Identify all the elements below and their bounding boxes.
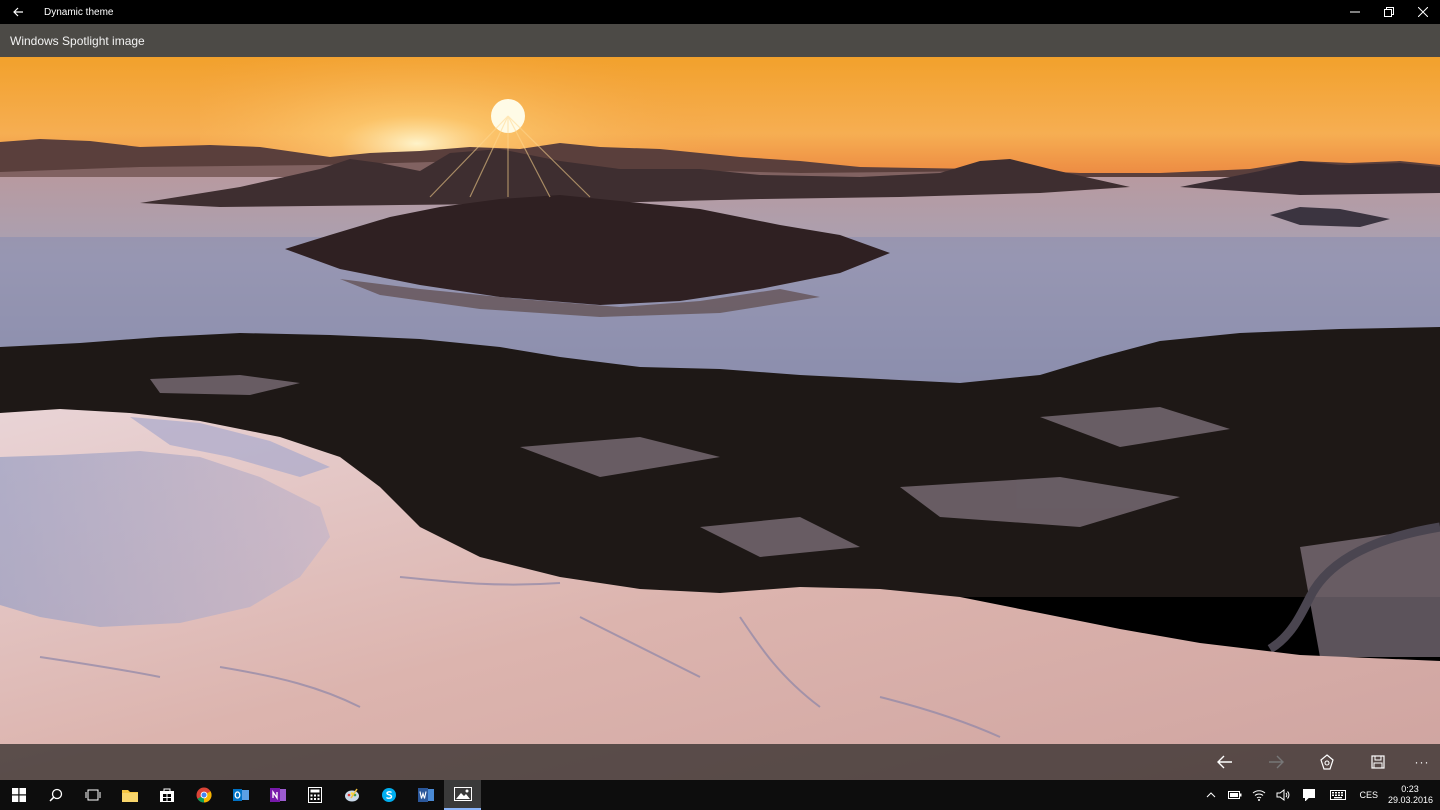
windows-logo-icon (11, 788, 26, 802)
forward-arrow-icon (1269, 755, 1284, 769)
calculator-icon (307, 787, 322, 803)
maximize-icon (1384, 7, 1394, 17)
spotlight-photo (0, 57, 1440, 780)
word-button[interactable] (407, 780, 444, 810)
taskbar: CES 0:23 29.03.2016 (0, 780, 1440, 810)
save-icon (1371, 755, 1385, 769)
paint-palette-icon (344, 788, 359, 802)
close-button[interactable] (1406, 0, 1440, 24)
back-button[interactable] (0, 0, 36, 24)
store-button[interactable] (148, 780, 185, 810)
minimize-icon (1350, 11, 1360, 13)
battery-icon (1228, 791, 1242, 799)
task-view-button[interactable] (74, 780, 111, 810)
set-as-button[interactable] (1309, 744, 1345, 780)
clock-date: 29.03.2016 (1388, 795, 1434, 805)
folder-icon (121, 790, 138, 802)
outlook-icon (232, 789, 249, 801)
network-button[interactable] (1247, 780, 1271, 810)
save-button[interactable] (1360, 744, 1396, 780)
title-bar: Dynamic theme (0, 0, 1440, 24)
onenote-button[interactable] (259, 780, 296, 810)
volume-button[interactable] (1271, 780, 1295, 810)
back-arrow-icon (13, 7, 23, 17)
volume-icon (1276, 789, 1290, 801)
image-header: Windows Spotlight image (0, 24, 1440, 57)
action-center-button[interactable] (1295, 780, 1323, 810)
maximize-button[interactable] (1372, 0, 1406, 24)
wifi-icon (1253, 790, 1266, 801)
more-icon: ··· (1414, 755, 1430, 769)
input-language[interactable]: CES (1359, 790, 1378, 800)
skype-icon (381, 788, 396, 802)
photos-icon (453, 787, 472, 801)
more-button[interactable]: ··· (1404, 744, 1440, 780)
minimize-button[interactable] (1338, 0, 1372, 24)
calculator-button[interactable] (296, 780, 333, 810)
clock-time: 0:23 (1401, 784, 1419, 794)
back-arrow-icon (1217, 755, 1232, 769)
file-explorer-button[interactable] (111, 780, 148, 810)
clock[interactable]: 0:23 29.03.2016 (1388, 784, 1434, 806)
search-icon (48, 788, 62, 802)
touch-keyboard-button[interactable] (1323, 780, 1353, 810)
search-button[interactable] (37, 780, 74, 810)
task-view-icon (85, 789, 100, 801)
start-button[interactable] (0, 780, 37, 810)
chrome-icon (196, 787, 212, 803)
photos-button[interactable] (444, 780, 481, 810)
window-title: Dynamic theme (44, 6, 114, 18)
system-tray: CES 0:23 29.03.2016 (1199, 780, 1440, 810)
paint-button[interactable] (333, 780, 370, 810)
show-hidden-icons-button[interactable] (1199, 780, 1223, 810)
action-center-icon (1303, 789, 1316, 801)
store-icon (159, 788, 174, 802)
onenote-icon (269, 788, 286, 802)
skype-button[interactable] (370, 780, 407, 810)
chrome-button[interactable] (185, 780, 222, 810)
keyboard-icon (1330, 790, 1347, 800)
window-controls (1338, 0, 1440, 24)
image-title: Windows Spotlight image (10, 33, 145, 48)
command-bar: ··· (0, 744, 1440, 780)
battery-button[interactable] (1223, 780, 1247, 810)
word-icon (417, 788, 434, 802)
close-icon (1418, 7, 1428, 17)
chevron-up-icon (1207, 792, 1216, 798)
set-as-icon (1320, 754, 1334, 770)
next-button[interactable] (1258, 744, 1294, 780)
previous-button[interactable] (1207, 744, 1243, 780)
outlook-button[interactable] (222, 780, 259, 810)
